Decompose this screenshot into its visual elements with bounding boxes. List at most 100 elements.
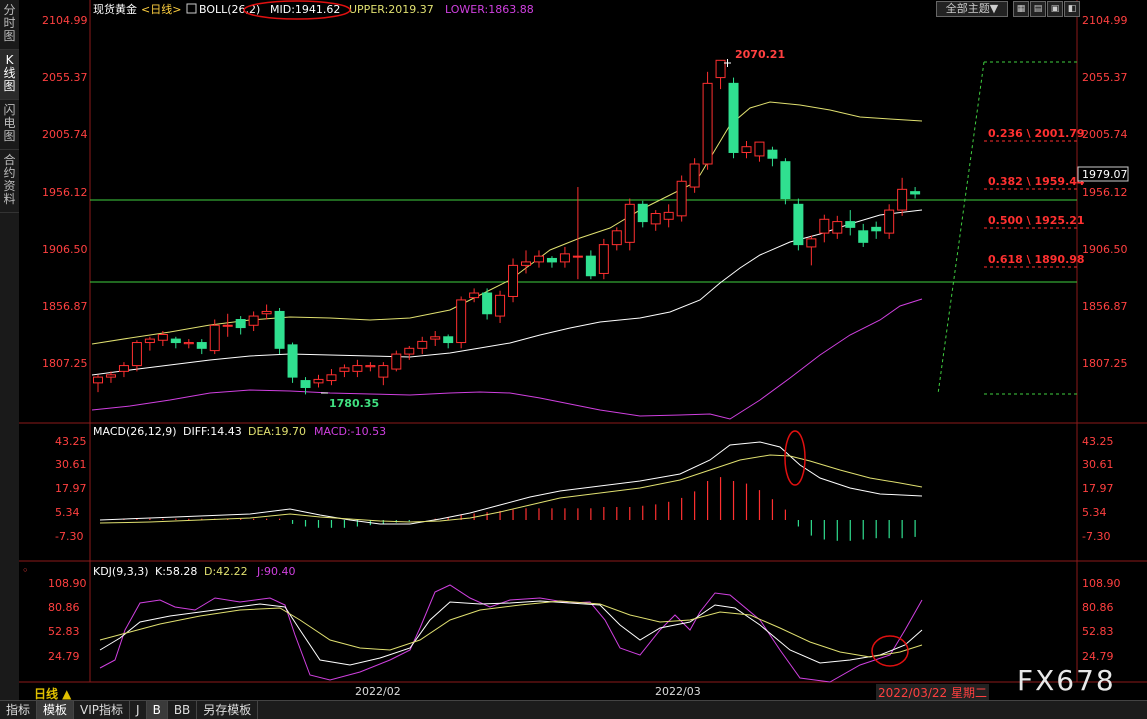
candle-body xyxy=(287,344,298,378)
kdj-tick-left: 108.90 xyxy=(48,577,87,590)
candle-body xyxy=(689,163,700,188)
candle-body xyxy=(495,294,506,317)
macd-tick-right: 43.25 xyxy=(1082,435,1114,448)
candle-body xyxy=(417,340,428,349)
candle-body xyxy=(715,59,726,79)
macd-name: MACD(26,12,9) xyxy=(93,425,177,438)
price-tick-left: 1906.50 xyxy=(42,243,88,256)
price-tick-left: 1856.87 xyxy=(42,300,88,313)
candle-body xyxy=(131,342,142,367)
macd-dea: DEA:19.70 xyxy=(248,425,306,438)
candle-body xyxy=(456,299,467,344)
kline-chart[interactable]: 现货黄金 <日线> BOLL(26,2) MID:1941.62 UPPER:2… xyxy=(0,0,1147,700)
watermark-logo: FX678 xyxy=(1017,664,1116,697)
candle-body xyxy=(559,253,570,263)
candle-body xyxy=(897,188,908,211)
kdj-tick-right: 80.86 xyxy=(1082,601,1114,614)
boll-mid: MID:1941.62 xyxy=(270,3,340,16)
candle-body xyxy=(339,367,350,372)
candle-body xyxy=(183,342,194,345)
macd-tick-left: 30.61 xyxy=(55,458,87,471)
candle-body xyxy=(469,292,480,299)
candle-body xyxy=(300,380,311,388)
candle-body xyxy=(832,221,843,234)
candle-body xyxy=(93,376,103,384)
macd-tick-right: 17.97 xyxy=(1082,482,1114,495)
candle-body xyxy=(884,209,895,234)
candle-body xyxy=(793,203,804,246)
macd-value: MACD:-10.53 xyxy=(314,425,386,438)
candle-body xyxy=(611,230,622,246)
tab-save-template[interactable]: 另存模板 xyxy=(197,701,259,719)
candle-body xyxy=(663,211,674,220)
cursor-date: 2022/03/22 星期二 xyxy=(876,684,989,701)
price-tick-right: 2055.37 xyxy=(1082,71,1128,84)
tab-templates[interactable]: 模板 xyxy=(37,701,75,719)
tab-vip-indicators[interactable]: VIP指标 xyxy=(74,701,131,719)
candle-body xyxy=(404,347,415,355)
kdj-settings-icon[interactable]: ◦ xyxy=(22,564,29,577)
fib-label-0236: 0.236 \ 2001.79 xyxy=(988,127,1085,140)
candle-body xyxy=(521,261,532,266)
tab-j[interactable]: J xyxy=(130,701,147,719)
candle-body xyxy=(702,82,713,165)
kdj-k: K:58.28 xyxy=(155,565,197,578)
candle-body xyxy=(391,353,402,370)
kdj-tick-right: 108.90 xyxy=(1082,577,1121,590)
candle-body xyxy=(313,378,324,384)
theme-dropdown[interactable]: 全部主题▼ xyxy=(936,1,1008,17)
candle-body xyxy=(754,141,765,157)
candle-body xyxy=(443,336,454,344)
candle-body xyxy=(806,238,817,248)
kdj-tick-left: 80.86 xyxy=(48,601,80,614)
candle-body xyxy=(170,338,181,344)
toolbar-icon-1[interactable]: ▦ xyxy=(1013,1,1029,17)
kdj-tick-left: 52.83 xyxy=(48,625,80,638)
price-tick-right: 2005.74 xyxy=(1082,128,1128,141)
fib-label-0500: 0.500 \ 1925.21 xyxy=(988,214,1085,227)
price-tick-left: 2005.74 xyxy=(42,128,88,141)
tab-bb[interactable]: BB xyxy=(168,701,198,719)
candle-body xyxy=(222,324,233,327)
price-tick-left: 1807.25 xyxy=(42,357,88,370)
candle-body xyxy=(728,82,739,153)
price-tick-right: 1956.12 xyxy=(1082,186,1128,199)
boll-lower: LOWER:1863.88 xyxy=(445,3,534,16)
candle-body xyxy=(650,213,661,225)
kdj-tick-right: 52.83 xyxy=(1082,625,1114,638)
candle-body xyxy=(144,338,155,344)
candle-body xyxy=(378,365,389,378)
macd-tick-left: 5.34 xyxy=(55,506,80,519)
candle-body xyxy=(352,365,363,372)
macd-tick-left: -7.30 xyxy=(55,530,83,543)
fib-label-0618: 0.618 \ 1890.98 xyxy=(988,253,1085,266)
toolbar-icon-2[interactable]: ▤ xyxy=(1030,1,1046,17)
toolbar-icon-3[interactable]: ▣ xyxy=(1047,1,1063,17)
instrument-name: 现货黄金 xyxy=(93,2,137,16)
price-tick-left: 2055.37 xyxy=(42,71,88,84)
candle-body xyxy=(741,146,752,153)
candle-body xyxy=(365,365,376,368)
candle-body xyxy=(624,203,635,243)
macd-tick-right: 30.61 xyxy=(1082,458,1114,471)
high-annotation: 2070.21 xyxy=(735,48,785,61)
candle-body xyxy=(196,342,207,349)
candle-body xyxy=(572,255,583,258)
x-label-feb: 2022/02 xyxy=(355,685,401,698)
price-tick-right: 1807.25 xyxy=(1082,357,1128,370)
candle-body xyxy=(546,257,557,263)
candle-body xyxy=(261,310,272,315)
bottom-tab-bar: 指标 模板 VIP指标 J B BB 另存模板 xyxy=(0,700,1147,719)
candle-body xyxy=(819,218,830,234)
price-tick-right: 1856.87 xyxy=(1082,300,1128,313)
candle-body xyxy=(118,365,129,372)
candle-body xyxy=(598,244,609,274)
toolbar-icon-4[interactable]: ◧ xyxy=(1064,1,1080,17)
price-tick-right: 2104.99 xyxy=(1082,14,1128,27)
kdj-j: J:90.40 xyxy=(256,565,295,578)
tab-b[interactable]: B xyxy=(146,701,168,719)
macd-diff: DIFF:14.43 xyxy=(183,425,242,438)
macd-tick-left: 17.97 xyxy=(55,482,87,495)
price-tick-left: 1956.12 xyxy=(42,186,88,199)
tab-indicators[interactable]: 指标 xyxy=(0,701,38,719)
